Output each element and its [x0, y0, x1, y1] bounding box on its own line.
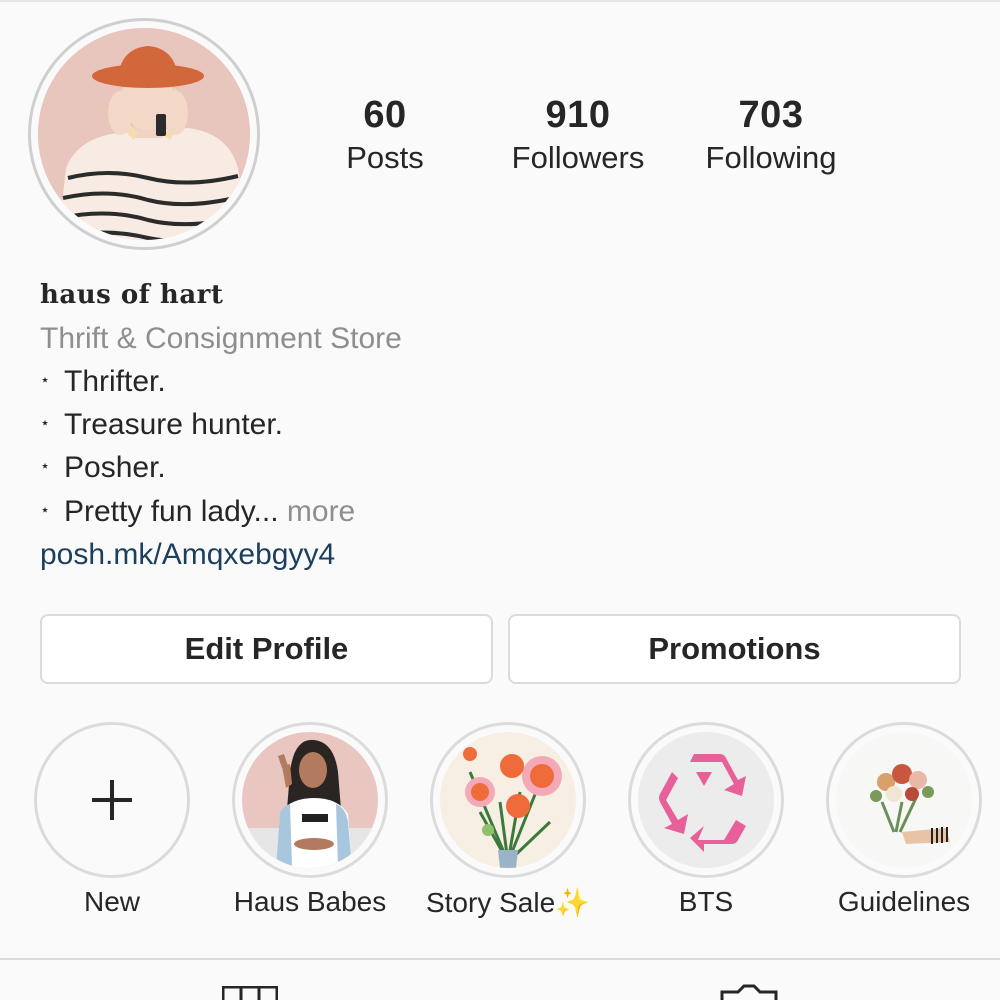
highlight-cover	[638, 732, 774, 868]
profile-avatar[interactable]	[38, 28, 250, 240]
highlight-haus-babes[interactable]: Haus Babes	[232, 722, 388, 917]
highlight-ring[interactable]	[34, 722, 190, 878]
tagged-icon[interactable]	[720, 984, 778, 1000]
bullet-star-icon: ⋆	[40, 415, 51, 433]
tab-bar-divider	[0, 958, 1000, 960]
following-label: Following	[705, 140, 837, 175]
highlight-ring[interactable]	[232, 722, 388, 878]
following-count: 703	[738, 94, 804, 136]
posts-count: 60	[363, 94, 407, 136]
highlight-label: Haus Babes	[233, 886, 387, 917]
highlight-bts[interactable]: BTS	[628, 722, 784, 917]
highlight-guidelines[interactable]: Guidelines	[826, 722, 982, 917]
bio-text: Pretty fun lady...	[64, 495, 279, 528]
highlight-new[interactable]: New	[34, 722, 190, 917]
bio-text: Posher.	[64, 451, 166, 484]
followers-count: 910	[545, 94, 611, 136]
profile-name: haus of hart	[40, 280, 224, 310]
woman-illustration	[242, 732, 378, 868]
profile-category: Thrift & Consignment Store	[40, 322, 402, 355]
bouquet-illustration	[836, 732, 972, 868]
highlight-cover	[440, 732, 576, 868]
bio-line: ⋆ Thrifter.	[40, 365, 166, 399]
stat-followers[interactable]: 910 Followers	[493, 92, 663, 178]
highlight-ring[interactable]	[826, 722, 982, 878]
stat-posts[interactable]: 60 Posts	[330, 92, 440, 178]
flowers-illustration	[440, 732, 576, 868]
bio-text: Treasure hunter.	[64, 408, 284, 441]
avatar-illustration	[38, 28, 250, 240]
followers-label: Followers	[511, 140, 645, 175]
highlight-ring[interactable]	[430, 722, 586, 878]
plus-icon	[92, 780, 132, 820]
bullet-star-icon: ⋆	[40, 502, 51, 520]
bio-line: ⋆ Posher.	[40, 451, 166, 485]
bio-more-link[interactable]: more	[287, 495, 355, 528]
highlight-label: Guidelines	[837, 886, 971, 917]
profile-website-link[interactable]: posh.mk/Amqxebgyy4	[40, 538, 335, 572]
promotions-button[interactable]: Promotions	[508, 614, 961, 684]
bio-text: Thrifter.	[64, 365, 166, 398]
highlight-label: BTS	[678, 886, 734, 917]
grid-icon[interactable]	[222, 986, 278, 1000]
highlight-label: Story Sale✨	[425, 887, 591, 918]
highlight-cover	[836, 732, 972, 868]
highlight-cover	[242, 732, 378, 868]
highlight-label: New	[83, 886, 140, 917]
highlight-ring[interactable]	[628, 722, 784, 878]
bullet-star-icon: ⋆	[40, 458, 51, 476]
stat-following[interactable]: 703 Following	[690, 92, 852, 178]
top-divider	[0, 0, 1000, 2]
recycle-icon	[638, 732, 774, 868]
bullet-star-icon: ⋆	[40, 372, 51, 390]
posts-label: Posts	[346, 140, 424, 175]
highlight-story-sale[interactable]: Story Sale✨	[426, 722, 590, 918]
bio-line: ⋆ Pretty fun lady... more	[40, 495, 355, 529]
edit-profile-button[interactable]: Edit Profile	[40, 614, 493, 684]
bio-line: ⋆ Treasure hunter.	[40, 408, 283, 442]
